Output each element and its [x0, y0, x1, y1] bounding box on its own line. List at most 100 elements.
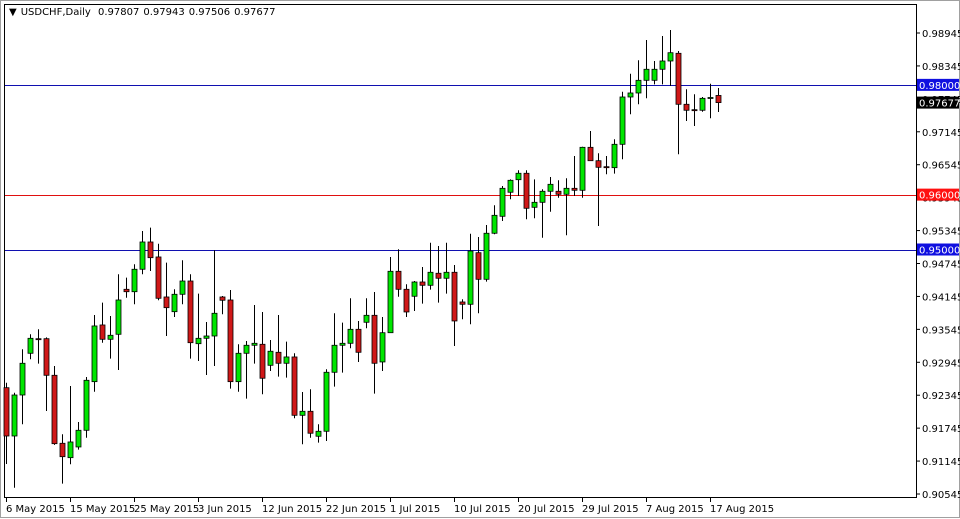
open-value: 0.97807: [98, 7, 140, 18]
x-tick-label: 6 May 2015: [6, 504, 65, 515]
bull-candle-body: [579, 146, 586, 191]
bear-candle-body: [603, 166, 610, 169]
bull-candle-body: [299, 410, 306, 416]
bull-candle-body: [11, 394, 18, 437]
bull-candle-body: [427, 271, 434, 286]
chart-window[interactable]: 0.989450.983450.977450.971450.965450.959…: [0, 0, 960, 518]
x-tick-label: 29 Jul 2015: [582, 504, 639, 515]
bear-candle-body: [395, 270, 402, 290]
candlestick-chart[interactable]: 0.989450.983450.977450.971450.965450.959…: [1, 1, 960, 519]
candle[interactable]: [323, 369, 330, 441]
bear-candle-body: [587, 146, 594, 162]
bull-candle-body: [203, 335, 210, 339]
y-tick-label: 0.96545: [922, 161, 960, 172]
candle[interactable]: [699, 96, 706, 112]
bull-candle-body: [491, 214, 498, 234]
close-value: 0.97677: [234, 7, 276, 18]
candle[interactable]: [403, 284, 410, 317]
x-tick-label: 1 Jul 2015: [390, 504, 440, 515]
x-tick-label: 10 Jul 2015: [454, 504, 511, 515]
bear-candle-body: [155, 256, 162, 299]
chart-header: ▼ USDCHF,Daily 0.97807 0.97943 0.97506 0.976…: [9, 7, 279, 18]
bear-candle-body: [435, 272, 442, 279]
bull-candle-body: [659, 60, 666, 70]
price-tag-0.96000: 0.96000: [919, 191, 960, 202]
bull-candle-body: [331, 344, 338, 373]
price-tag-0.98000: 0.98000: [919, 81, 960, 92]
bull-candle-body: [323, 371, 330, 432]
bull-candle-body: [643, 68, 650, 81]
y-tick-label: 0.94145: [922, 292, 960, 303]
y-tick-label: 0.92345: [922, 391, 960, 402]
bull-candle-body: [699, 97, 706, 111]
x-tick-label: 17 Aug 2015: [710, 504, 774, 515]
y-tick-label: 0.91145: [922, 457, 960, 468]
bear-candle-body: [403, 288, 410, 313]
x-tick-label: 7 Aug 2015: [646, 504, 704, 515]
y-tick-label: 0.95345: [922, 227, 960, 238]
bear-candle-body: [147, 241, 154, 259]
candle[interactable]: [579, 146, 586, 198]
bear-candle-body: [419, 281, 426, 286]
bull-candle-body: [363, 314, 370, 323]
bear-candle-body: [675, 52, 682, 105]
bull-candle-body: [107, 334, 114, 340]
y-tick-label: 0.91745: [922, 424, 960, 435]
bear-candle-body: [451, 271, 458, 322]
bear-candle-body: [163, 296, 170, 309]
low-value: 0.97506: [188, 7, 231, 18]
bull-candle-body: [235, 352, 242, 383]
x-tick-label: 3 Jun 2015: [198, 504, 252, 515]
y-tick-label: 0.93545: [922, 325, 960, 336]
candle[interactable]: [83, 376, 90, 438]
x-tick-label: 25 May 2015: [134, 504, 199, 515]
bull-candle-body: [707, 97, 714, 99]
bear-candle-body: [475, 252, 482, 280]
candle[interactable]: [483, 224, 490, 282]
bull-candle-body: [283, 356, 290, 364]
bull-candle-body: [27, 337, 34, 354]
bull-candle-body: [387, 270, 394, 334]
bull-candle-body: [547, 183, 554, 192]
price-tag-0.95000: 0.95000: [919, 246, 960, 257]
triangle-down-icon[interactable]: ▼: [9, 7, 17, 18]
bull-candle-body: [179, 280, 186, 295]
bull-candle-body: [515, 172, 522, 181]
x-tick-label: 15 May 2015: [70, 504, 135, 515]
bull-candle-body: [611, 143, 618, 169]
candle[interactable]: [227, 290, 234, 389]
bull-candle-body: [651, 68, 658, 81]
candle[interactable]: [91, 314, 98, 392]
bull-candle-body: [443, 271, 450, 279]
bull-candle-body: [619, 96, 626, 145]
bull-candle-body: [83, 379, 90, 431]
candle[interactable]: [499, 186, 506, 221]
bull-candle-body: [75, 429, 82, 448]
bull-candle-body: [507, 179, 514, 193]
bear-candle-body: [683, 103, 690, 111]
bull-candle-body: [19, 362, 26, 396]
bear-candle-body: [227, 299, 234, 383]
bear-candle-body: [51, 374, 58, 445]
bull-candle-body: [315, 430, 322, 437]
bull-candle-body: [243, 344, 250, 354]
y-tick-label: 0.98945: [922, 29, 960, 40]
bear-candle-body: [99, 324, 106, 340]
bull-candle-body: [539, 190, 546, 203]
bear-candle-body: [35, 338, 42, 341]
candle[interactable]: [51, 365, 58, 445]
bear-candle-body: [555, 190, 562, 195]
bull-candle-body: [563, 187, 570, 195]
candle[interactable]: [291, 353, 298, 419]
x-tick-label: 20 Jul 2015: [518, 504, 575, 515]
bull-candle-body: [667, 52, 674, 62]
bull-candle-body: [635, 79, 642, 94]
y-tick-label: 0.98345: [922, 62, 960, 73]
bull-candle-body: [195, 337, 202, 345]
high-value: 0.97943: [143, 7, 185, 18]
bear-candle-body: [371, 314, 378, 364]
bear-candle-body: [307, 410, 314, 434]
bear-candle-body: [3, 387, 10, 437]
bull-candle-body: [627, 92, 634, 98]
y-tick-label: 0.97145: [922, 128, 960, 139]
